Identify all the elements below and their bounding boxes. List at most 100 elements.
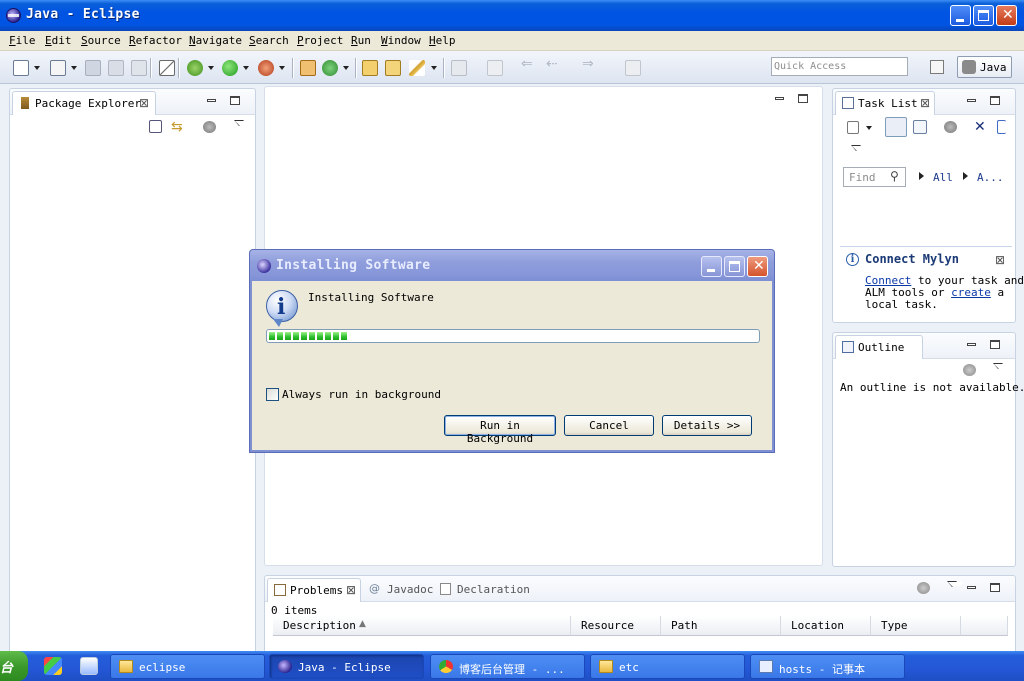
- minimize-view-icon[interactable]: [967, 586, 976, 589]
- column-header-description[interactable]: Description ▲: [273, 616, 571, 636]
- menu-file[interactable]: File: [9, 34, 36, 47]
- close-tab-icon[interactable]: ⊠: [346, 583, 356, 597]
- maximize-editor-icon[interactable]: [798, 94, 808, 103]
- expand-arrow-icon[interactable]: [919, 172, 924, 180]
- taskbar-item-etc-folder[interactable]: etc: [590, 654, 745, 679]
- new-task-dropdown-icon[interactable]: [866, 126, 872, 130]
- column-header-path[interactable]: Path: [661, 616, 781, 636]
- quick-access-input[interactable]: Quick Access: [771, 57, 908, 76]
- scheduled-icon[interactable]: [913, 120, 927, 134]
- close-button[interactable]: ✕: [996, 5, 1017, 26]
- forward-icon[interactable]: ⇒: [582, 56, 598, 72]
- back-icon[interactable]: ⇐: [521, 56, 537, 72]
- taskbar-item-java-eclipse[interactable]: Java - Eclipse: [269, 654, 424, 679]
- next-annotation-icon[interactable]: [451, 60, 467, 76]
- tab-problems[interactable]: Problems ⊠: [267, 578, 361, 602]
- view-menu-icon[interactable]: [993, 363, 1010, 369]
- desktop-icon[interactable]: [44, 657, 62, 675]
- previous-annotation-icon[interactable]: [487, 60, 503, 76]
- always-run-background-label[interactable]: Always run in background: [282, 388, 441, 401]
- run-in-background-button[interactable]: Run in Background: [444, 415, 556, 445]
- menu-help[interactable]: Help: [429, 34, 456, 47]
- dialog-maximize-button[interactable]: [724, 256, 745, 277]
- minimize-view-icon[interactable]: [967, 99, 976, 102]
- menu-refactor[interactable]: Refactor: [129, 34, 182, 47]
- task-find-input[interactable]: Find ⚲: [843, 167, 906, 187]
- open-task-icon[interactable]: [385, 60, 401, 76]
- external-tools-icon[interactable]: [258, 60, 274, 76]
- focus-icon[interactable]: [963, 364, 976, 376]
- maximize-button[interactable]: [973, 5, 994, 26]
- external-tools-dropdown-icon[interactable]: [279, 66, 285, 70]
- expand-arrow-icon[interactable]: [963, 172, 968, 180]
- column-header-type[interactable]: Type: [871, 616, 961, 636]
- skip-breakpoints-icon[interactable]: [159, 60, 175, 76]
- dialog-minimize-button[interactable]: [701, 256, 722, 277]
- column-header-resource[interactable]: Resource: [571, 616, 661, 636]
- start-button[interactable]: 台: [0, 651, 28, 681]
- tab-javadoc[interactable]: Javadoc: [387, 583, 433, 596]
- menu-source[interactable]: Source: [81, 34, 121, 47]
- new-java-package-icon[interactable]: [300, 60, 316, 76]
- run-icon[interactable]: [222, 60, 238, 76]
- categorized-icon[interactable]: [885, 117, 907, 137]
- minimize-view-icon[interactable]: [967, 343, 976, 346]
- menu-edit[interactable]: Edit: [45, 34, 72, 47]
- window-title-bar[interactable]: Java - Eclipse ✕: [0, 0, 1024, 31]
- close-tab-icon[interactable]: ⊠: [139, 96, 149, 110]
- menu-window[interactable]: Window: [381, 34, 421, 47]
- hide-completed-icon[interactable]: ✕: [974, 119, 989, 135]
- view-menu-icon[interactable]: [947, 581, 964, 587]
- open-perspective-icon[interactable]: [930, 60, 944, 74]
- collapse-all-icon[interactable]: [149, 120, 162, 133]
- search-icon[interactable]: [409, 60, 425, 76]
- tab-declaration[interactable]: Declaration: [457, 583, 530, 596]
- details-button[interactable]: Details >>: [662, 415, 752, 436]
- maximize-view-icon[interactable]: [990, 96, 1000, 105]
- taskbar-item-chrome[interactable]: 博客后台管理 - ...: [430, 654, 585, 679]
- focus-icon[interactable]: [917, 582, 930, 594]
- open-type-icon[interactable]: [362, 60, 378, 76]
- ie-icon[interactable]: [80, 657, 98, 675]
- maximize-view-icon[interactable]: [230, 96, 240, 105]
- new-icon[interactable]: [13, 60, 29, 76]
- collapse-icon[interactable]: [997, 120, 1006, 134]
- run-dropdown-icon[interactable]: [243, 66, 249, 70]
- close-icon[interactable]: ⊠: [995, 253, 1005, 267]
- filter-all-link[interactable]: All: [933, 171, 953, 184]
- tab-task-list[interactable]: Task List ⊠: [835, 91, 935, 115]
- new-project-icon[interactable]: [50, 60, 66, 76]
- debug-dropdown-icon[interactable]: [208, 66, 214, 70]
- new-class-dropdown-icon[interactable]: [343, 66, 349, 70]
- taskbar-item-notepad[interactable]: hosts - 记事本: [750, 654, 905, 679]
- always-run-background-checkbox[interactable]: [266, 388, 279, 401]
- save-icon[interactable]: [85, 60, 101, 76]
- new-task-icon[interactable]: [847, 121, 859, 134]
- menu-project[interactable]: Project: [297, 34, 343, 47]
- view-menu-icon[interactable]: [234, 120, 251, 126]
- menu-search[interactable]: Search: [249, 34, 289, 47]
- menu-navigate[interactable]: Navigate: [189, 34, 242, 47]
- dialog-title-bar[interactable]: Installing Software ✕: [250, 250, 774, 281]
- link-with-editor-icon[interactable]: ⇆: [171, 119, 186, 135]
- maximize-view-icon[interactable]: [990, 583, 1000, 592]
- focus-task-icon[interactable]: [203, 121, 216, 133]
- minimize-view-icon[interactable]: [207, 99, 216, 102]
- java-perspective-button[interactable]: Java: [957, 56, 1012, 78]
- minimize-button[interactable]: [950, 5, 971, 26]
- column-header-location[interactable]: Location: [781, 616, 871, 636]
- tab-package-explorer[interactable]: Package Explorer ⊠: [12, 91, 156, 115]
- filter-activate-link[interactable]: A...: [977, 171, 1004, 184]
- dialog-close-button[interactable]: ✕: [747, 256, 768, 277]
- search-dropdown-icon[interactable]: [431, 66, 437, 70]
- tab-outline[interactable]: Outline: [835, 335, 923, 359]
- back-dropdown-icon[interactable]: ⇠: [546, 56, 562, 72]
- taskbar-item-eclipse-folder[interactable]: eclipse: [110, 654, 265, 679]
- new-project-dropdown-icon[interactable]: [71, 66, 77, 70]
- new-java-class-icon[interactable]: [322, 60, 338, 76]
- last-edit-location-icon[interactable]: [625, 60, 641, 76]
- close-tab-icon[interactable]: ⊠: [920, 96, 930, 110]
- new-dropdown-icon[interactable]: [34, 66, 40, 70]
- print-icon[interactable]: [131, 60, 147, 76]
- menu-run[interactable]: Run: [351, 34, 371, 47]
